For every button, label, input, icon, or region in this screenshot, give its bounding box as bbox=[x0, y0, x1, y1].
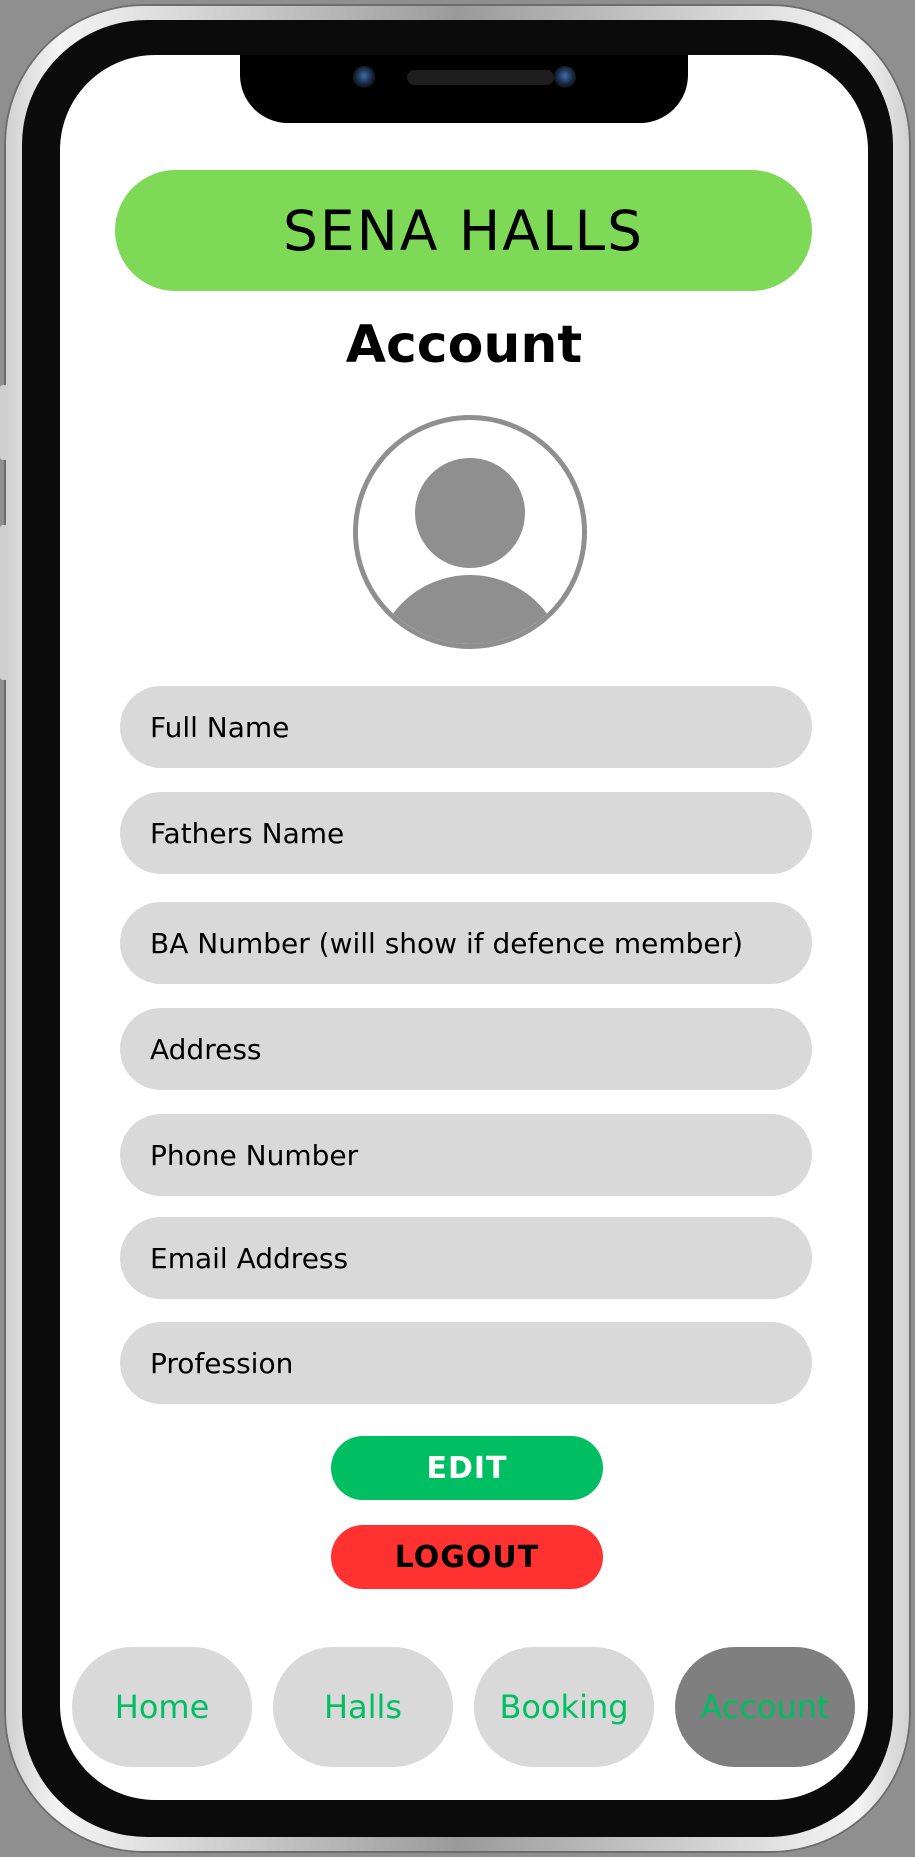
avatar-body bbox=[374, 575, 566, 644]
user-avatar-icon[interactable] bbox=[353, 415, 587, 649]
phone-side-button bbox=[0, 525, 8, 680]
phone-side-button bbox=[0, 385, 8, 460]
address-field[interactable]: Address bbox=[120, 1008, 812, 1090]
phone-number-field[interactable]: Phone Number bbox=[120, 1114, 812, 1196]
nav-item-booking[interactable]: Booking bbox=[474, 1647, 654, 1767]
edit-button[interactable]: EDIT bbox=[331, 1436, 603, 1500]
nav-item-account[interactable]: Account bbox=[675, 1647, 855, 1767]
nav-item-home[interactable]: Home bbox=[72, 1647, 252, 1767]
app-screen: SENA HALLS Account Full Name Fathers Nam… bbox=[60, 55, 868, 1800]
ba-number-field[interactable]: BA Number (will show if defence member) bbox=[120, 902, 812, 984]
email-address-field[interactable]: Email Address bbox=[120, 1217, 812, 1299]
sensor-icon bbox=[554, 66, 576, 88]
page-title: Account bbox=[345, 315, 583, 375]
camera-icon bbox=[353, 66, 375, 88]
profession-field[interactable]: Profession bbox=[120, 1322, 812, 1404]
fathers-name-field[interactable]: Fathers Name bbox=[120, 792, 812, 874]
avatar-head bbox=[415, 458, 525, 568]
full-name-field[interactable]: Full Name bbox=[120, 686, 812, 768]
phone-notch bbox=[240, 55, 688, 123]
logout-button[interactable]: LOGOUT bbox=[331, 1525, 603, 1589]
nav-item-halls[interactable]: Halls bbox=[273, 1647, 453, 1767]
brand-header: SENA HALLS bbox=[115, 170, 812, 291]
speaker-grille bbox=[407, 70, 554, 85]
